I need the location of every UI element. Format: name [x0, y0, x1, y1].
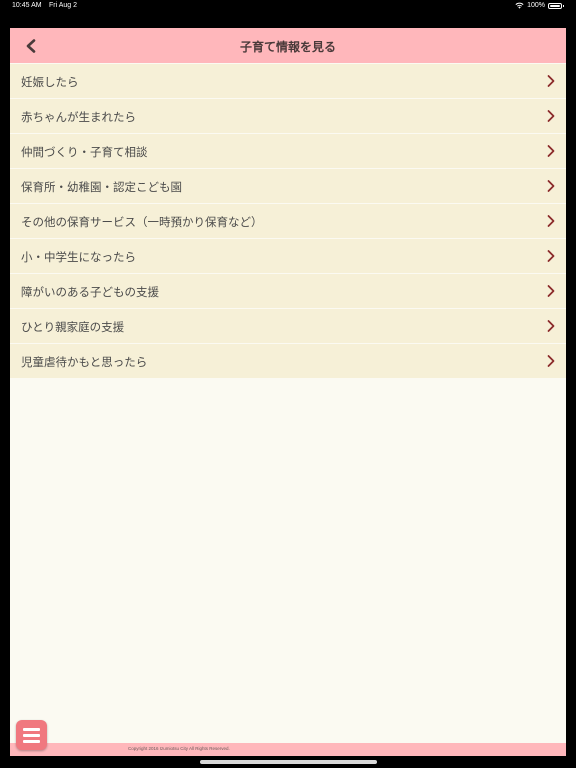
footer-bar: Copyright 2016 Izumiotsu City All Rights… — [10, 743, 566, 756]
chevron-right-icon — [547, 250, 555, 262]
battery-icon — [548, 2, 564, 9]
list-item[interactable]: その他の保育サービス（一時預かり保育など） — [10, 204, 566, 239]
page-title: 子育て情報を見る — [239, 40, 336, 54]
list-item[interactable]: 保育所・幼稚園・認定こども園 — [10, 169, 566, 204]
hamburger-menu-icon — [23, 728, 40, 731]
list-item-label: 保育所・幼稚園・認定こども園 — [21, 180, 182, 194]
list-item[interactable]: 障がいのある子どもの支援 — [10, 274, 566, 309]
home-indicator[interactable] — [200, 760, 377, 764]
list-item-label: 仲間づくり・子育て相談 — [21, 145, 148, 159]
list-item[interactable]: 仲間づくり・子育て相談 — [10, 134, 566, 169]
list-item[interactable]: 小・中学生になったら — [10, 239, 566, 274]
list-item-label: ひとり親家庭の支援 — [21, 320, 125, 334]
list-item[interactable]: 赤ちゃんが生まれたら — [10, 99, 566, 134]
chevron-right-icon — [547, 180, 555, 192]
list-item-label: 障がいのある子どもの支援 — [21, 285, 159, 299]
wifi-icon — [515, 2, 524, 9]
chevron-right-icon — [547, 355, 555, 367]
list-item[interactable]: 児童虐待かもと思ったら — [10, 344, 566, 379]
list-item[interactable]: ひとり親家庭の支援 — [10, 309, 566, 344]
list-item-label: 赤ちゃんが生まれたら — [21, 110, 136, 124]
menu-list: 妊娠したら 赤ちゃんが生まれたら 仲間づくり・子育て相談 保育所・幼稚園・認定こ… — [10, 64, 566, 379]
chevron-right-icon — [547, 145, 555, 157]
status-date: Fri Aug 2 — [49, 2, 78, 9]
chevron-right-icon — [547, 110, 555, 122]
list-item-label: 小・中学生になったら — [21, 250, 136, 264]
chevron-right-icon — [547, 285, 555, 297]
hamburger-menu-icon — [23, 734, 40, 737]
list-item-label: 妊娠したら — [21, 75, 79, 89]
list-item-label: その他の保育サービス（一時預かり保育など） — [21, 215, 263, 229]
hamburger-menu-button[interactable] — [16, 720, 47, 750]
list-item[interactable]: 妊娠したら — [10, 64, 566, 99]
navigation-bar: 子育て情報を見る — [10, 28, 566, 63]
chevron-right-icon — [547, 320, 555, 332]
app-screen: 子育て情報を見る 妊娠したら 赤ちゃんが生まれたら 仲間づくり・子育て相談 保育… — [10, 28, 566, 756]
status-time: 10:45 AM — [12, 2, 42, 9]
chevron-right-icon — [547, 215, 555, 227]
hamburger-menu-icon — [23, 740, 40, 743]
list-item-label: 児童虐待かもと思ったら — [21, 355, 148, 369]
status-right: 100% — [515, 2, 564, 9]
status-bar: 10:45 AM Fri Aug 2 100% — [0, 0, 576, 14]
copyright-text: Copyright 2016 Izumiotsu City All Rights… — [128, 746, 230, 751]
battery-percent: 100% — [527, 2, 545, 9]
chevron-right-icon — [547, 75, 555, 87]
